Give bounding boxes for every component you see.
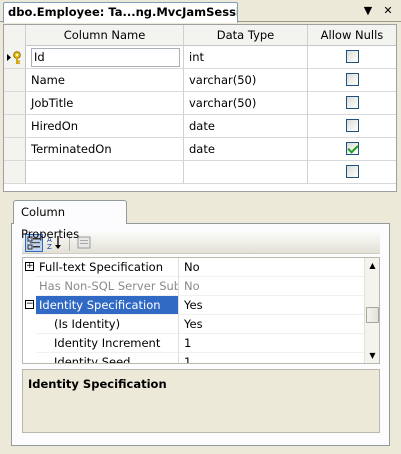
column-properties-panel: A Z + Full-text Specification No Has Non… — [11, 223, 390, 446]
document-tab[interactable]: dbo.Employee: Ta...ng.MvcJamSession) — [3, 2, 238, 23]
grid-header: Column Name Data Type Allow Nulls — [4, 25, 396, 46]
expand-icon[interactable]: + — [25, 262, 34, 271]
row-selector[interactable] — [4, 46, 26, 69]
property-value[interactable]: No — [179, 258, 365, 277]
data-type-header: Data Type — [184, 25, 308, 46]
allow-nulls-cell — [308, 115, 396, 138]
row-selector[interactable] — [4, 115, 26, 138]
close-icon[interactable]: ✕ — [380, 3, 396, 19]
allow-nulls-checkbox[interactable] — [345, 142, 359, 155]
table-row: HiredOn date — [4, 115, 396, 138]
allow-nulls-header: Allow Nulls — [320, 28, 384, 42]
allow-nulls-checkbox[interactable] — [345, 96, 359, 109]
property-row[interactable]: (Is Identity) Yes — [23, 315, 365, 334]
column-name-cell[interactable]: TerminatedOn — [26, 138, 184, 161]
row-selector[interactable] — [4, 161, 26, 184]
allow-nulls-checkbox[interactable] — [345, 165, 359, 178]
property-name: Identity Increment — [36, 334, 179, 353]
table-row-new — [4, 161, 396, 184]
scroll-up-icon[interactable]: ▲ — [365, 258, 379, 273]
property-row[interactable]: Identity Seed 1 — [23, 353, 365, 363]
data-type-cell[interactable]: varchar(50) — [184, 69, 308, 92]
property-grid-scrollbar[interactable]: ▲ ▼ — [364, 258, 379, 363]
table-row: TerminatedOn date — [4, 138, 396, 161]
scroll-down-icon[interactable]: ▼ — [365, 348, 379, 363]
property-row-selected[interactable]: − Identity Specification Yes — [23, 296, 365, 315]
property-row[interactable]: Identity Increment 1 — [23, 334, 365, 353]
column-name-input[interactable]: Id — [31, 48, 180, 67]
primary-key-icon — [7, 51, 21, 64]
property-value[interactable]: Yes — [179, 315, 365, 334]
allow-nulls-cell — [308, 69, 396, 92]
property-row[interactable]: + Full-text Specification No — [23, 258, 365, 277]
row-selector[interactable] — [4, 92, 26, 115]
column-properties-tab[interactable]: Column Properties — [13, 200, 127, 241]
property-name: Identity Specification — [36, 296, 179, 315]
scrollbar-thumb[interactable] — [366, 307, 379, 323]
column-name-cell[interactable]: HiredOn — [26, 115, 184, 138]
column-name-header: Column Name — [26, 25, 184, 46]
property-name: (Is Identity) — [36, 315, 179, 334]
column-name-cell[interactable]: Name — [26, 69, 184, 92]
table-design-grid: Column Name Data Type Allow Nulls Id int… — [3, 24, 397, 192]
property-name: Full-text Specification — [36, 258, 179, 277]
allow-nulls-cell — [308, 92, 396, 115]
row-selector-header[interactable] — [4, 25, 26, 46]
property-name: Has Non-SQL Server Subs — [36, 277, 179, 296]
column-name-cell[interactable]: Id — [26, 46, 184, 69]
data-type-cell[interactable]: varchar(50) — [184, 92, 308, 115]
data-type-cell[interactable]: date — [184, 115, 308, 138]
allow-nulls-checkbox[interactable] — [345, 73, 359, 86]
allow-nulls-checkbox[interactable] — [345, 50, 359, 63]
property-grid: + Full-text Specification No Has Non-SQL… — [22, 257, 380, 364]
allow-nulls-cell — [308, 161, 396, 184]
data-type-cell[interactable]: int — [184, 46, 308, 69]
table-row: Id int — [4, 46, 396, 69]
table-row: JobTitle varchar(50) — [4, 92, 396, 115]
allow-nulls-cell — [308, 46, 396, 69]
column-name-cell[interactable]: JobTitle — [26, 92, 184, 115]
property-value[interactable]: Yes — [179, 296, 365, 315]
property-row[interactable]: Has Non-SQL Server Subs No — [23, 277, 365, 296]
allow-nulls-checkbox[interactable] — [345, 119, 359, 132]
property-name: Identity Seed — [36, 353, 179, 363]
table-row: Name varchar(50) — [4, 69, 396, 92]
property-value[interactable]: 1 — [179, 334, 365, 353]
row-selector[interactable] — [4, 138, 26, 161]
property-value[interactable]: No — [179, 277, 365, 296]
pin-down-icon[interactable]: ▼ — [360, 3, 376, 19]
data-type-cell[interactable]: date — [184, 138, 308, 161]
row-selector[interactable] — [4, 69, 26, 92]
column-name-cell[interactable] — [26, 161, 184, 184]
collapse-icon[interactable]: − — [25, 300, 34, 309]
document-tab-strip: dbo.Employee: Ta...ng.MvcJamSession) ▼ ✕ — [0, 0, 401, 23]
property-description-box: Identity Specification — [22, 369, 380, 433]
property-value[interactable]: 1 — [179, 353, 365, 363]
property-description-title: Identity Specification — [28, 377, 167, 391]
allow-nulls-cell — [308, 138, 396, 161]
data-type-cell[interactable] — [184, 161, 308, 184]
